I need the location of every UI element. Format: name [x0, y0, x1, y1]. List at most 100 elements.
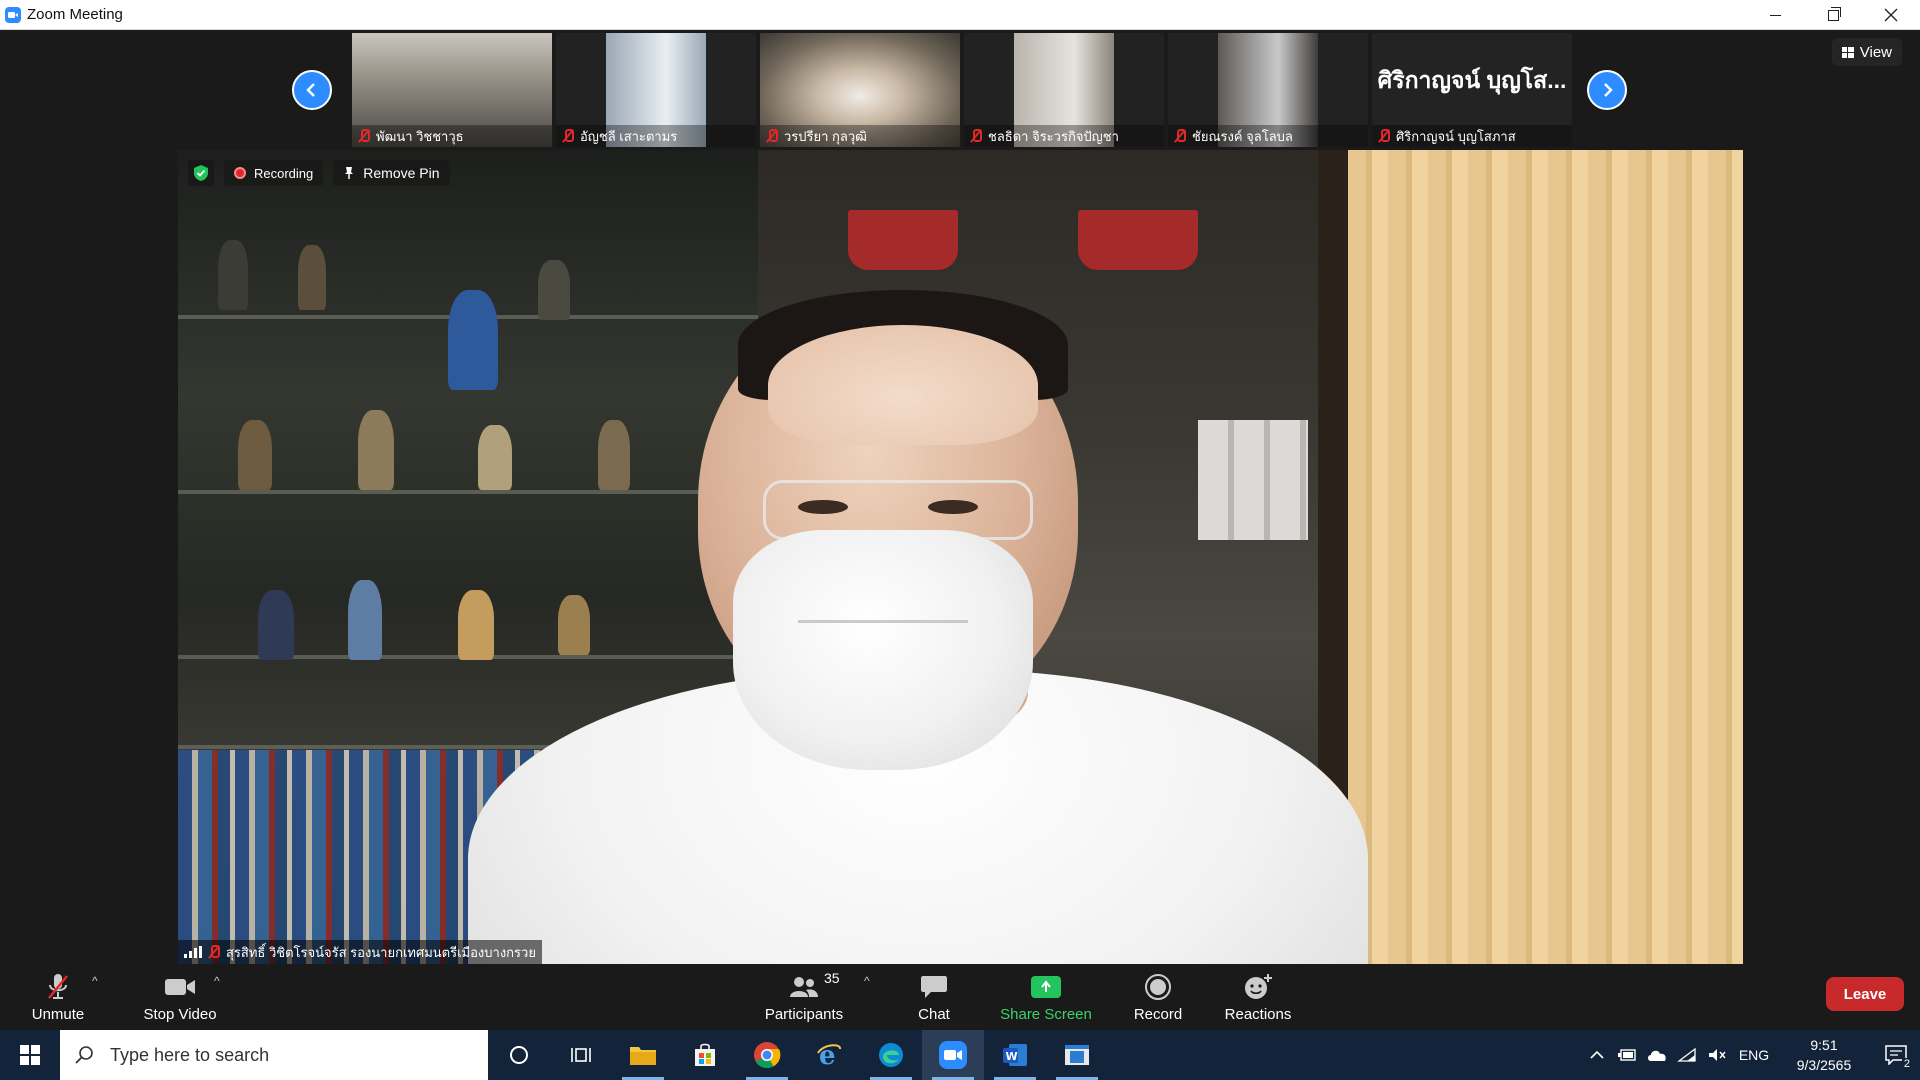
red-planter: [1078, 210, 1198, 270]
video-options-caret[interactable]: ^: [214, 974, 220, 988]
figurine: [458, 590, 494, 660]
cloud-icon: [1648, 1050, 1666, 1061]
task-view-icon: [571, 1048, 591, 1062]
figurine: [358, 410, 394, 490]
figurine: [448, 290, 498, 390]
speaker-forehead: [768, 325, 1038, 445]
record-button[interactable]: Record: [1128, 964, 1188, 1030]
participants-options-caret[interactable]: ^: [864, 974, 870, 988]
share-screen-button[interactable]: Share Screen: [998, 964, 1094, 1030]
chevron-left-icon: [306, 83, 315, 97]
chrome-button[interactable]: [736, 1030, 798, 1080]
remove-pin-label: Remove Pin: [363, 165, 440, 181]
file-explorer-button[interactable]: [612, 1030, 674, 1080]
reactions-smiley-icon: [1245, 973, 1272, 999]
microsoft-store-button[interactable]: [674, 1030, 736, 1080]
mask-fold: [798, 620, 968, 623]
input-language-button[interactable]: ENG: [1732, 1030, 1776, 1080]
mic-muted-icon: [562, 129, 574, 143]
taskbar-clock[interactable]: 9:51 9/3/2565: [1784, 1035, 1864, 1075]
stop-video-button[interactable]: Stop Video: [134, 964, 226, 1030]
cortana-button[interactable]: [488, 1030, 550, 1080]
participant-tile[interactable]: อัญชลี เสาะตามร: [556, 33, 756, 147]
gallery-grid-icon: [1841, 46, 1854, 58]
zoom-taskbar-button[interactable]: [922, 1030, 984, 1080]
next-page-button[interactable]: [1587, 70, 1627, 110]
close-button[interactable]: [1862, 0, 1920, 30]
participant-strip: พัฒนา วิชชาวุธ อัญชลี เสาะตามร วรปรียา ก…: [0, 30, 1920, 150]
restore-icon: [1827, 6, 1841, 21]
window-app-button[interactable]: [1046, 1030, 1108, 1080]
participant-label: วรปรียา กุลวุฒิ: [760, 125, 960, 147]
wifi-icon: [1677, 1047, 1696, 1062]
participant-tile[interactable]: ศิริกาญจน์ บุญโส... ศิริกาญจน์ บุญโสภาส: [1372, 33, 1572, 147]
reactions-button[interactable]: Reactions: [1218, 964, 1298, 1030]
participant-label: ชลธิดา จิระวรกิจปัญชา: [964, 125, 1164, 147]
participant-name: ชลธิดา จิระวรกิจปัญชา: [988, 128, 1119, 144]
start-button[interactable]: [0, 1030, 60, 1080]
stop-video-label: Stop Video: [143, 1005, 217, 1023]
windows-logo-icon: [20, 1045, 40, 1065]
pin-icon: [345, 167, 354, 179]
view-button[interactable]: View: [1831, 38, 1902, 66]
recording-indicator[interactable]: Recording: [224, 160, 324, 186]
restore-button[interactable]: [1804, 0, 1862, 30]
recording-label: Recording: [254, 165, 314, 181]
chat-bubble-icon: [921, 975, 947, 998]
figurine: [538, 260, 570, 320]
chevron-up-icon: [1590, 1050, 1604, 1059]
remove-pin-button[interactable]: Remove Pin: [333, 160, 450, 186]
participant-label: พัฒนา วิชชาวุธ: [352, 125, 552, 147]
participants-label: Participants: [764, 1005, 844, 1023]
audio-options-caret[interactable]: ^: [92, 974, 98, 988]
leave-button[interactable]: Leave: [1826, 977, 1904, 1011]
mic-muted-icon: [1174, 129, 1186, 143]
word-button[interactable]: W: [984, 1030, 1046, 1080]
search-icon: [75, 1046, 93, 1064]
participant-tile[interactable]: ชัยณรงค์ จุลโลบล: [1168, 33, 1368, 147]
microphone-muted-icon: [48, 973, 68, 999]
taskbar-search-box[interactable]: Type here to search: [60, 1030, 488, 1080]
internet-explorer-button[interactable]: e: [798, 1030, 860, 1080]
shield-check-icon: [194, 165, 208, 181]
meeting-toolbar: Unmute ^ Stop Video ^ Participants 35 ^ …: [0, 964, 1920, 1030]
minimize-button[interactable]: [1746, 0, 1804, 30]
figurine: [298, 245, 326, 310]
onedrive-button[interactable]: [1642, 1030, 1672, 1080]
mic-muted-icon: [208, 945, 220, 959]
participant-label: ชัยณรงค์ จุลโลบล: [1168, 125, 1368, 147]
task-view-button[interactable]: [550, 1030, 612, 1080]
system-tray: ENG 9:51 9/3/2565 2: [1582, 1030, 1920, 1080]
search-placeholder: Type here to search: [110, 1044, 270, 1065]
battery-button[interactable]: [1612, 1030, 1642, 1080]
windows-taskbar: Type here to search e W ENG 9:51 9/3/256…: [0, 1030, 1920, 1080]
mic-muted-icon: [766, 129, 778, 143]
encryption-shield[interactable]: [188, 160, 214, 186]
chevron-right-icon: [1604, 83, 1613, 97]
unmute-button[interactable]: Unmute: [22, 964, 94, 1030]
chat-button[interactable]: Chat: [906, 964, 962, 1030]
network-button[interactable]: [1672, 1030, 1702, 1080]
previous-page-button[interactable]: [292, 70, 332, 110]
zoom-app-icon: [5, 6, 21, 23]
chrome-icon: [754, 1042, 781, 1069]
chat-label: Chat: [918, 1005, 950, 1023]
cortana-circle-icon: [510, 1046, 528, 1064]
app-window-icon: [1065, 1045, 1089, 1065]
minimize-icon: [1769, 14, 1781, 16]
internet-explorer-icon: e: [817, 1041, 841, 1069]
participant-tile[interactable]: วรปรียา กุลวุฒิ: [760, 33, 960, 147]
word-icon: W: [1003, 1044, 1027, 1066]
participant-tile[interactable]: พัฒนา วิชชาวุธ: [352, 33, 552, 147]
active-speaker-video[interactable]: Recording Remove Pin สุรสิทธิ์ วิชิตโรจน…: [178, 150, 1743, 964]
edge-button[interactable]: [860, 1030, 922, 1080]
participant-tile[interactable]: ชลธิดา จิระวรกิจปัญชา: [964, 33, 1164, 147]
participant-name: ชัยณรงค์ จุลโลบล: [1192, 128, 1293, 144]
volume-muted-icon: [1709, 1049, 1726, 1061]
volume-button[interactable]: [1702, 1030, 1732, 1080]
battery-icon: [1618, 1049, 1636, 1061]
record-icon: [1145, 973, 1171, 1000]
action-center-button[interactable]: 2: [1872, 1030, 1920, 1080]
reactions-label: Reactions: [1224, 1005, 1292, 1023]
show-hidden-icons-button[interactable]: [1582, 1030, 1612, 1080]
